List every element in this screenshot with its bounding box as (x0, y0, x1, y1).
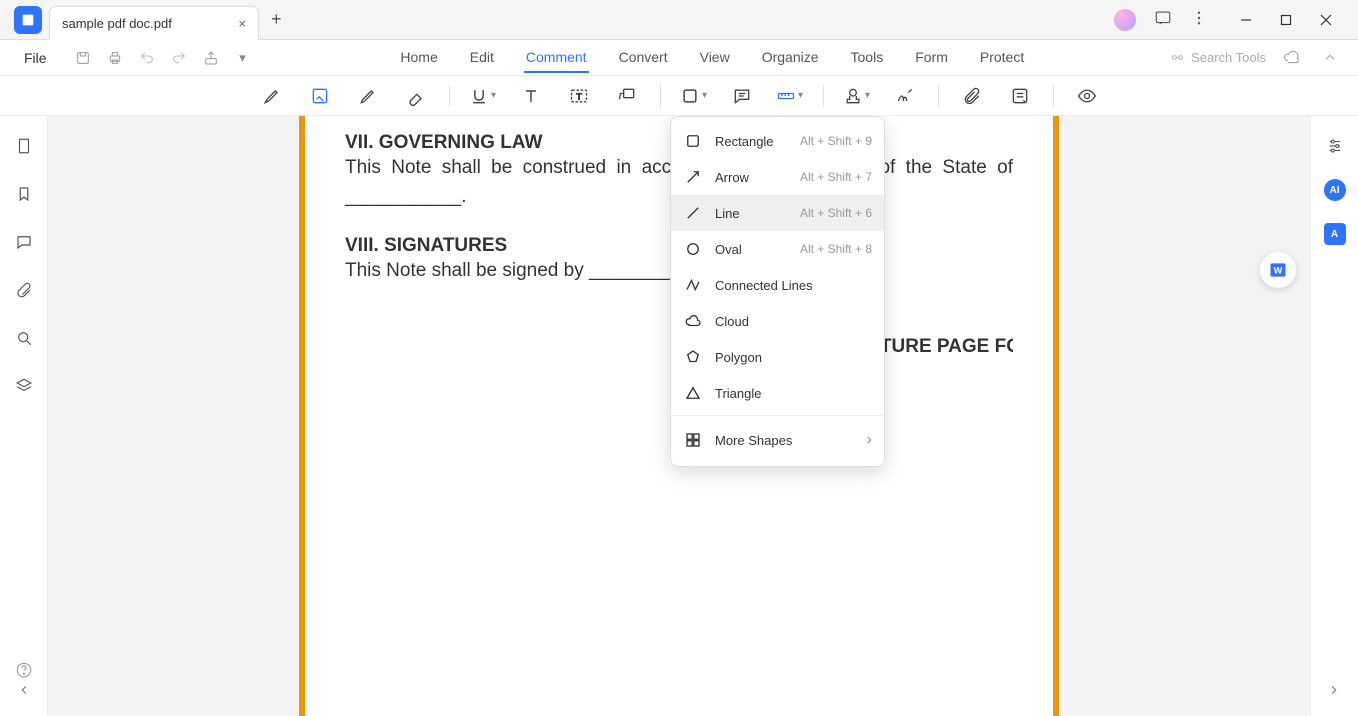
new-tab-button[interactable]: + (271, 9, 282, 30)
manage-comments-tool[interactable] (1005, 81, 1035, 111)
ai-assistant-icon[interactable]: AI (1323, 178, 1347, 202)
shape-option-oval[interactable]: OvalAlt + Shift + 8 (671, 231, 884, 267)
next-page-arrow[interactable] (1324, 680, 1344, 700)
comment-toolbar: ▾ T ▾ ▾ ▾ (0, 76, 1358, 116)
svg-text:W: W (1274, 265, 1283, 275)
shape-option-line[interactable]: LineAlt + Shift + 6 (671, 195, 884, 231)
menu-item-edit[interactable]: Edit (468, 43, 496, 73)
underline-tool[interactable]: ▾ (468, 81, 498, 111)
callout-tool[interactable] (612, 81, 642, 111)
prev-page-arrow[interactable] (14, 680, 34, 700)
text-tool[interactable] (516, 81, 546, 111)
more-shapes-option[interactable]: More Shapes› (671, 420, 884, 460)
rect-icon (683, 131, 703, 151)
title-bar: sample pdf doc.pdf × + (0, 0, 1358, 40)
app-logo (14, 6, 42, 34)
thumbnails-icon[interactable] (12, 134, 36, 158)
signature-tool[interactable] (890, 81, 920, 111)
eraser-tool[interactable] (401, 81, 431, 111)
shape-option-connected-lines[interactable]: Connected Lines (671, 267, 884, 303)
user-avatar[interactable] (1114, 9, 1136, 31)
minimize-button[interactable] (1226, 0, 1266, 40)
bookmarks-icon[interactable] (12, 182, 36, 206)
file-menu[interactable]: File (16, 46, 55, 70)
shape-option-polygon[interactable]: Polygon (671, 339, 884, 375)
kebab-menu-icon[interactable] (1190, 9, 1208, 30)
menu-item-protect[interactable]: Protect (978, 43, 1026, 73)
shapes-tool[interactable]: ▾ (679, 81, 709, 111)
svg-text:T: T (576, 91, 581, 101)
search-placeholder: Search Tools (1191, 50, 1266, 65)
save-icon[interactable] (71, 46, 95, 70)
chevron-right-icon: › (867, 431, 872, 449)
close-tab-icon[interactable]: × (234, 16, 250, 31)
area-highlight-tool[interactable] (305, 81, 335, 111)
right-sidebar: AI A (1310, 116, 1358, 716)
menu-item-convert[interactable]: Convert (617, 43, 670, 73)
connected-icon (683, 275, 703, 295)
redo-icon[interactable] (167, 46, 191, 70)
search-tools[interactable]: Search Tools (1170, 50, 1266, 65)
measure-tool[interactable]: ▾ (775, 81, 805, 111)
grid-icon (683, 430, 703, 450)
layers-panel-icon[interactable] (12, 374, 36, 398)
maximize-button[interactable] (1266, 0, 1306, 40)
help-icon[interactable] (12, 658, 36, 682)
pencil-tool[interactable] (353, 81, 383, 111)
oval-icon (683, 239, 703, 259)
comments-panel-icon[interactable] (12, 230, 36, 254)
text-box-tool[interactable]: T (564, 81, 594, 111)
menu-item-form[interactable]: Form (913, 43, 950, 73)
convert-to-word-badge[interactable]: W (1260, 252, 1296, 288)
triangle-icon (683, 383, 703, 403)
shape-option-arrow[interactable]: ArrowAlt + Shift + 7 (671, 159, 884, 195)
undo-icon[interactable] (135, 46, 159, 70)
stamp-tool[interactable]: ▾ (842, 81, 872, 111)
cloud-sync-icon[interactable] (1280, 46, 1304, 70)
menu-item-home[interactable]: Home (398, 43, 439, 73)
left-sidebar (0, 116, 48, 716)
highlighter-tool[interactable] (257, 81, 287, 111)
shape-option-cloud[interactable]: Cloud (671, 303, 884, 339)
arrow-icon (683, 167, 703, 187)
ai-translate-icon[interactable]: A (1323, 222, 1347, 246)
note-tool[interactable] (727, 81, 757, 111)
hide-annotations-tool[interactable] (1072, 81, 1102, 111)
shape-option-triangle[interactable]: Triangle (671, 375, 884, 411)
chat-icon[interactable] (1154, 9, 1172, 30)
close-window-button[interactable] (1306, 0, 1346, 40)
menu-item-view[interactable]: View (698, 43, 732, 73)
attachment-tool[interactable] (957, 81, 987, 111)
menu-item-comment[interactable]: Comment (524, 43, 589, 73)
shapes-dropdown: RectangleAlt + Shift + 9ArrowAlt + Shift… (670, 116, 885, 467)
quick-access-dropdown-icon[interactable]: ▾ (231, 46, 255, 70)
tab-title: sample pdf doc.pdf (62, 16, 172, 31)
print-icon[interactable] (103, 46, 127, 70)
menu-item-tools[interactable]: Tools (849, 43, 886, 73)
collapse-ribbon-icon[interactable] (1318, 46, 1342, 70)
cloud-icon (683, 311, 703, 331)
shape-option-rectangle[interactable]: RectangleAlt + Shift + 9 (671, 123, 884, 159)
menu-item-organize[interactable]: Organize (760, 43, 821, 73)
polygon-icon (683, 347, 703, 367)
document-tab[interactable]: sample pdf doc.pdf × (49, 6, 259, 40)
line-icon (683, 203, 703, 223)
properties-icon[interactable] (1323, 134, 1347, 158)
share-icon[interactable] (199, 46, 223, 70)
attachments-panel-icon[interactable] (12, 278, 36, 302)
menu-bar: File ▾ Home Edit Comment Convert View Organiz… (0, 40, 1358, 76)
search-panel-icon[interactable] (12, 326, 36, 350)
